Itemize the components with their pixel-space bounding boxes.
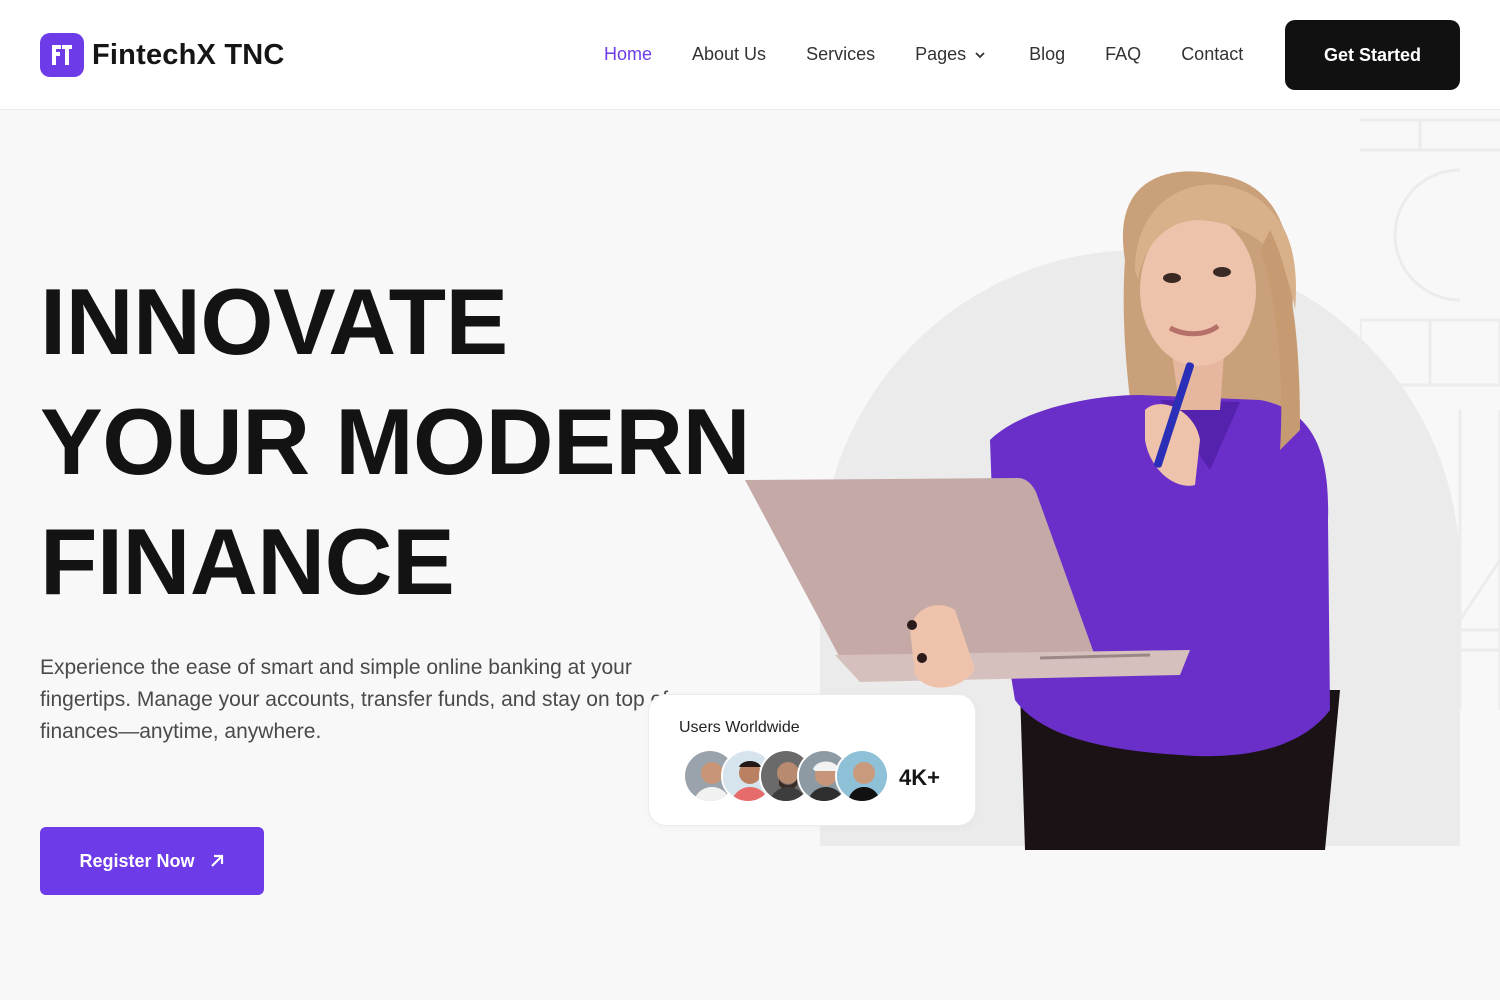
hero-heading-line-2: YOUR MODERN — [40, 389, 750, 494]
main-nav: Home About Us Services Pages Blog FAQ Co… — [604, 44, 1243, 65]
site-header: FintechX TNC Home About Us Services Page… — [0, 0, 1500, 110]
nav-home[interactable]: Home — [604, 44, 652, 65]
brand-logo[interactable]: FintechX TNC — [40, 33, 285, 77]
hero-heading-line-3: FINANCE — [40, 509, 455, 614]
nav-contact[interactable]: Contact — [1181, 44, 1243, 65]
chevron-down-icon — [974, 51, 986, 59]
arrow-up-right-icon — [209, 853, 225, 869]
avatar — [835, 749, 889, 803]
nav-faq[interactable]: FAQ — [1105, 44, 1141, 65]
users-card-title: Users Worldwide — [679, 719, 800, 736]
nav-pages-label: Pages — [915, 44, 967, 64]
register-now-button[interactable]: Register Now — [40, 827, 264, 895]
get-started-button[interactable]: Get Started — [1285, 20, 1460, 90]
users-worldwide-card: Users Worldwide 4K+ — [648, 694, 976, 826]
hero-heading: INNOVATE YOUR MODERN FINANCE — [40, 262, 750, 622]
nav-about-us[interactable]: About Us — [692, 44, 766, 65]
hero-heading-line-1: INNOVATE — [40, 269, 508, 374]
users-count: 4K+ — [899, 765, 940, 790]
hero-subtitle: Experience the ease of smart and simple … — [40, 656, 669, 743]
nav-pages[interactable]: Pages — [915, 44, 986, 65]
nav-blog[interactable]: Blog — [1029, 44, 1065, 65]
register-now-label: Register Now — [79, 850, 195, 871]
ft-monogram-icon — [40, 33, 84, 77]
brand-name: FintechX TNC — [92, 38, 285, 71]
avatar-group — [683, 749, 889, 803]
nav-services[interactable]: Services — [806, 44, 875, 65]
